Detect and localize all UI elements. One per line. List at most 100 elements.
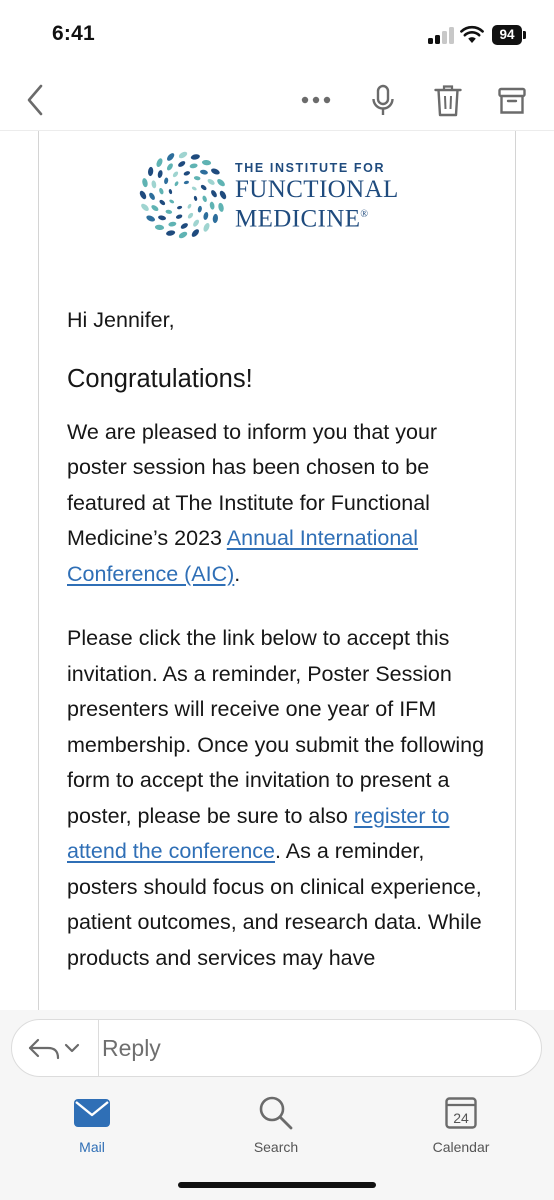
- cellular-signal-icon: [428, 26, 454, 44]
- microphone-icon: [372, 84, 394, 115]
- ifm-logo: THE INSTITUTE FOR FUNCTIONAL MEDICINE®: [135, 147, 435, 247]
- logo-mark-dot: [178, 161, 186, 167]
- logo-mark-dot: [159, 199, 166, 206]
- logo-mark-dot: [165, 209, 173, 214]
- logo-mark-dot: [166, 230, 176, 236]
- logo-wordmark: THE INSTITUTE FOR FUNCTIONAL MEDICINE®: [235, 161, 399, 231]
- logo-mark-dot: [193, 219, 200, 227]
- logo-mark-dot: [167, 153, 175, 161]
- logo-mark-dot: [148, 166, 154, 177]
- email-paragraph-1: We are pleased to inform you that your p…: [67, 419, 438, 586]
- logo-mark-dot: [183, 171, 191, 176]
- email-viewport[interactable]: THE INSTITUTE FOR FUNCTIONAL MEDICINE® H…: [0, 130, 554, 1020]
- more-button[interactable]: [296, 84, 336, 116]
- reply-input-box[interactable]: Reply: [11, 1019, 542, 1077]
- wifi-icon: [460, 25, 484, 43]
- logo-mark-dot: [168, 221, 177, 227]
- calendar-date-badge: 24: [453, 1110, 469, 1126]
- battery-level: 94: [492, 25, 522, 45]
- logo-mark-dot: [149, 192, 155, 200]
- tab-search[interactable]: Search: [221, 1091, 331, 1155]
- logo-mark-dot: [193, 176, 201, 181]
- email-message-text: Hi Jennifer, Congratulations! We are ple…: [67, 303, 497, 1005]
- logo-mark-dot: [200, 184, 207, 191]
- logo-mark-dot: [142, 178, 148, 188]
- logo-mark-dot: [209, 201, 215, 210]
- email-paragraph-2: Please click the link below to accept th…: [67, 626, 485, 970]
- logo-mark-dot: [172, 171, 179, 178]
- reply-options-button[interactable]: [26, 1034, 88, 1069]
- ifm-logo-mark-icon: [139, 151, 227, 239]
- logo-line-1: THE INSTITUTE FOR: [235, 161, 386, 175]
- calendar-icon: 24: [445, 1097, 477, 1129]
- logo-line-3: MEDICINE®: [235, 205, 369, 233]
- home-indicator: [178, 1182, 376, 1188]
- logo-mark-dot: [156, 158, 163, 167]
- message-toolbar: [0, 70, 554, 130]
- reply-divider: [98, 1020, 99, 1076]
- tab-calendar[interactable]: 24 Calendar: [406, 1091, 516, 1155]
- back-icon: [27, 84, 43, 116]
- tab-mail[interactable]: Mail: [37, 1091, 147, 1155]
- logo-mark-dot: [164, 177, 169, 185]
- email-body-card: THE INSTITUTE FOR FUNCTIONAL MEDICINE® H…: [38, 131, 516, 1020]
- logo-mark-dot: [201, 160, 212, 166]
- logo-mark-dot: [193, 195, 198, 201]
- logo-mark-dot: [139, 190, 147, 200]
- logo-mark-dot: [169, 199, 175, 204]
- logo-mark-dot: [178, 151, 188, 159]
- logo-mark-dot: [175, 214, 183, 219]
- logo-mark-dot: [151, 205, 159, 212]
- logo-mark-dot: [187, 203, 192, 209]
- logo-mark-dot: [189, 163, 198, 169]
- reply-arrow-icon: [28, 1038, 80, 1060]
- logo-mark-dot: [190, 154, 200, 160]
- logo-mark-dot: [191, 229, 199, 237]
- logo-mark-dot: [158, 215, 166, 221]
- archive-button[interactable]: [494, 82, 530, 120]
- logo-mark-dot: [180, 223, 188, 229]
- delete-button[interactable]: [430, 80, 466, 122]
- logo-mark-dot: [177, 205, 183, 210]
- tab-mail-label: Mail: [79, 1139, 105, 1155]
- logo-mark-dot: [168, 189, 173, 195]
- more-icon: [301, 96, 331, 104]
- logo-mark-dot: [218, 202, 224, 212]
- tab-search-label: Search: [253, 1139, 299, 1155]
- logo-mark-dot: [187, 212, 194, 219]
- trash-icon: [434, 85, 462, 117]
- logo-mark-dot: [200, 169, 208, 175]
- logo-registered-mark: ®: [360, 209, 369, 220]
- reply-placeholder: Reply: [102, 1035, 161, 1061]
- logo-mark-dot: [146, 215, 155, 222]
- archive-icon: [498, 87, 526, 114]
- logo-mark-dot: [191, 186, 197, 191]
- logo-mark-dot: [212, 213, 218, 224]
- logo-mark-dot: [151, 180, 157, 189]
- logo-mark-dot: [178, 231, 188, 239]
- logo-mark-dot: [174, 181, 179, 187]
- battery-cap: [523, 31, 526, 39]
- logo-mark-dot: [217, 179, 225, 187]
- logo-mark-dot: [211, 190, 217, 198]
- logo-mark-dot: [219, 190, 227, 200]
- logo-mark-dot: [166, 163, 173, 171]
- email-greeting: Hi Jennifer,: [67, 308, 175, 332]
- tab-bar: Mail Search 24 Calendar: [0, 1085, 554, 1200]
- logo-mark-dot: [141, 203, 149, 211]
- logo-mark-dot: [207, 178, 215, 185]
- logo-mark-dot: [203, 212, 209, 220]
- logo-mark-dot: [183, 180, 189, 185]
- logo-mark-dot: [202, 195, 207, 203]
- mail-icon: [74, 1099, 110, 1127]
- email-headline: Congratulations!: [67, 364, 253, 393]
- logo-mark-dot: [197, 205, 202, 213]
- status-time: 6:41: [52, 22, 95, 45]
- back-button[interactable]: [20, 80, 50, 120]
- search-icon: [259, 1096, 293, 1130]
- logo-mark-dot: [157, 170, 163, 178]
- voice-button[interactable]: [366, 80, 400, 122]
- status-bar: 6:41 94: [0, 0, 554, 70]
- logo-mark-dot: [211, 168, 220, 175]
- reply-bar: Reply: [0, 1010, 554, 1085]
